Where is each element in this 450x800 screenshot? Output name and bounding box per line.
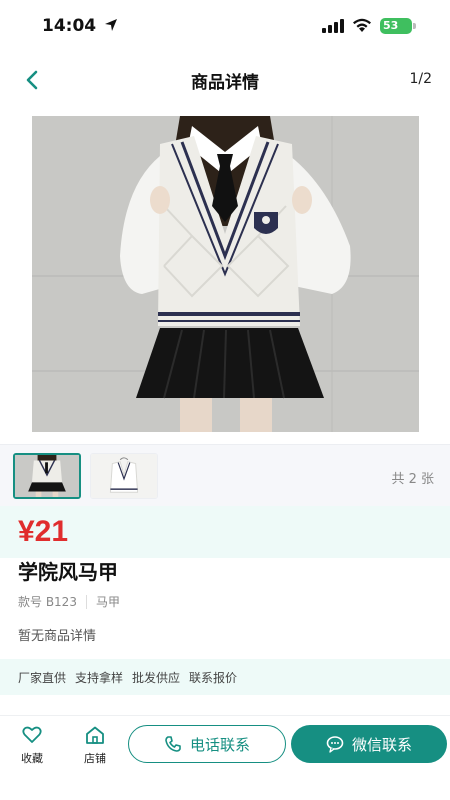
location-arrow-icon bbox=[105, 19, 117, 31]
thumbnail-2[interactable] bbox=[90, 453, 158, 499]
favorite-label: 收藏 bbox=[21, 752, 43, 765]
thumbnail-strip: 共 2 张 bbox=[0, 444, 450, 506]
battery-tip bbox=[413, 23, 416, 29]
product-meta: 款号 B123 马甲 bbox=[18, 593, 120, 610]
product-main-image[interactable] bbox=[32, 116, 419, 432]
battery-indicator: 53 bbox=[380, 18, 416, 34]
page-title: 商品详情 bbox=[191, 73, 259, 93]
battery-level: 53 bbox=[383, 19, 399, 32]
home-icon bbox=[86, 726, 104, 744]
status-bar: 14:04 53 bbox=[0, 0, 450, 54]
price-section: ¥21 bbox=[0, 506, 450, 558]
shop-button[interactable]: 店铺 bbox=[75, 726, 115, 766]
image-count: 共 2 张 bbox=[391, 472, 434, 487]
chat-bubble-icon bbox=[326, 736, 344, 753]
tag-item: 联系报价 bbox=[189, 670, 238, 685]
wechat-button[interactable]: 微信联系 bbox=[291, 725, 447, 763]
phone-icon bbox=[165, 736, 181, 752]
image-page-indicator: 1/2 bbox=[409, 71, 432, 87]
tag-item: 支持拿样 bbox=[75, 670, 124, 685]
heart-icon bbox=[22, 726, 42, 743]
product-detail: 暂无商品详情 bbox=[18, 629, 97, 644]
thumbnail-1-image bbox=[15, 455, 79, 497]
product-photo-illustration bbox=[32, 116, 419, 432]
nav-bar: 商品详情 1/2 bbox=[0, 58, 450, 102]
status-time: 14:04 bbox=[42, 16, 97, 36]
signal-icon bbox=[322, 19, 344, 33]
meta-divider bbox=[85, 594, 87, 609]
feature-tags: 厂家直供 支持拿样 批发供应 联系报价 bbox=[0, 659, 450, 695]
thumbnail-1[interactable] bbox=[13, 453, 81, 499]
call-label: 电话联系 bbox=[189, 735, 250, 754]
product-category: 马甲 bbox=[95, 595, 120, 609]
product-sku: 款号 B123 bbox=[18, 595, 77, 609]
wifi-icon bbox=[353, 18, 371, 32]
favorite-button[interactable]: 收藏 bbox=[12, 726, 52, 766]
wechat-label: 微信联系 bbox=[351, 735, 412, 754]
shop-label: 店铺 bbox=[84, 752, 106, 765]
call-button[interactable]: 电话联系 bbox=[128, 725, 286, 763]
tag-item: 厂家直供 bbox=[18, 670, 67, 685]
product-price: ¥21 bbox=[18, 515, 69, 548]
bottom-action-bar: 收藏 店铺 电话联系 微信联系 bbox=[0, 715, 450, 800]
tag-item: 批发供应 bbox=[132, 670, 181, 685]
product-title: 学院风马甲 bbox=[18, 560, 118, 584]
thumbnail-2-image bbox=[91, 454, 157, 498]
